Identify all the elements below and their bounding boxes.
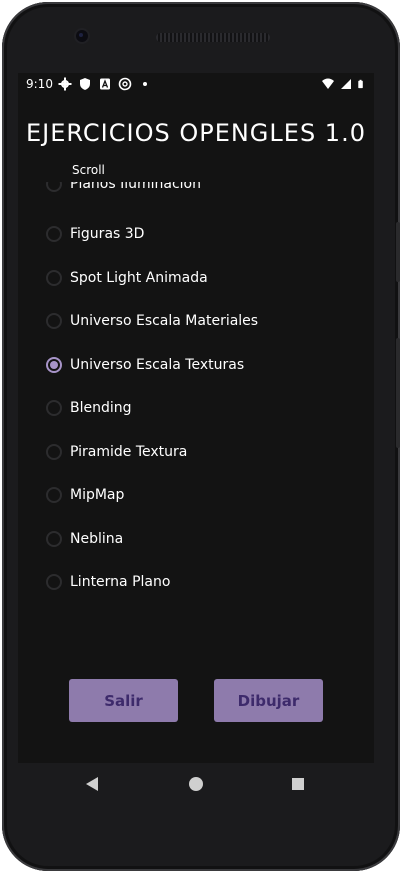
radio-button[interactable] [46, 531, 62, 547]
options-scroll-list[interactable]: Planos Iluminacion Figuras 3D Spot Light… [18, 182, 374, 612]
wifi-icon [322, 78, 334, 89]
radio-button[interactable] [46, 487, 62, 503]
recents-icon[interactable] [292, 778, 304, 790]
option-label: MipMap [70, 487, 125, 503]
radio-button[interactable] [46, 270, 62, 286]
option-label: Universo Escala Texturas [70, 357, 245, 373]
exit-button[interactable]: Salir [69, 679, 178, 722]
option-label: Figuras 3D [70, 226, 145, 242]
gear-icon [58, 77, 72, 91]
status-bar: 9:10 [18, 73, 374, 97]
radio-button[interactable] [46, 226, 62, 242]
radio-button[interactable] [46, 313, 62, 329]
shield-icon [80, 78, 90, 90]
option-linterna-plano[interactable]: Linterna Plano [46, 567, 170, 597]
option-figuras-3d[interactable]: Figuras 3D [46, 219, 144, 249]
option-label: Blending [70, 400, 132, 416]
back-icon[interactable] [86, 777, 98, 791]
option-blending[interactable]: Blending [46, 393, 132, 423]
option-universo-escala-texturas[interactable]: Universo Escala Texturas [46, 350, 244, 380]
at-icon [118, 77, 132, 91]
app-screen: 9:10 EJERCICIOS OPENGLES 1.0 Scroll Plan… [18, 73, 374, 763]
dot-icon [143, 82, 147, 86]
option-label: Spot Light Animada [70, 270, 208, 286]
option-mipmap[interactable]: MipMap [46, 480, 124, 510]
radio-button[interactable] [46, 182, 62, 192]
earpiece-speaker [156, 33, 270, 42]
draw-button[interactable]: Dibujar [214, 679, 323, 722]
front-camera [76, 30, 88, 42]
option-label: Linterna Plano [70, 574, 171, 590]
app-title: EJERCICIOS OPENGLES 1.0 [26, 119, 366, 147]
battery-icon [358, 79, 363, 89]
option-universo-escala-materiales[interactable]: Universo Escala Materiales [46, 306, 258, 336]
radio-button[interactable] [46, 574, 62, 590]
scroll-label: Scroll [72, 163, 105, 177]
navigation-bar [18, 763, 374, 807]
radio-button[interactable] [46, 400, 62, 416]
power-button [396, 222, 400, 282]
radio-button-selected[interactable] [46, 357, 62, 373]
option-label: Piramide Textura [70, 444, 188, 460]
option-neblina[interactable]: Neblina [46, 524, 123, 554]
option-planos-iluminacion[interactable]: Planos Iluminacion [46, 182, 201, 199]
option-spot-light-animada[interactable]: Spot Light Animada [46, 263, 208, 293]
signal-icon [341, 79, 351, 89]
volume-button [396, 338, 400, 448]
option-piramide-textura[interactable]: Piramide Textura [46, 437, 187, 467]
option-label: Planos Iluminacion [70, 182, 201, 192]
radio-button[interactable] [46, 444, 62, 460]
a-icon [100, 78, 110, 90]
home-icon[interactable] [189, 777, 203, 791]
option-label: Neblina [70, 531, 124, 547]
status-time: 9:10 [26, 77, 53, 91]
option-label: Universo Escala Materiales [70, 313, 259, 329]
